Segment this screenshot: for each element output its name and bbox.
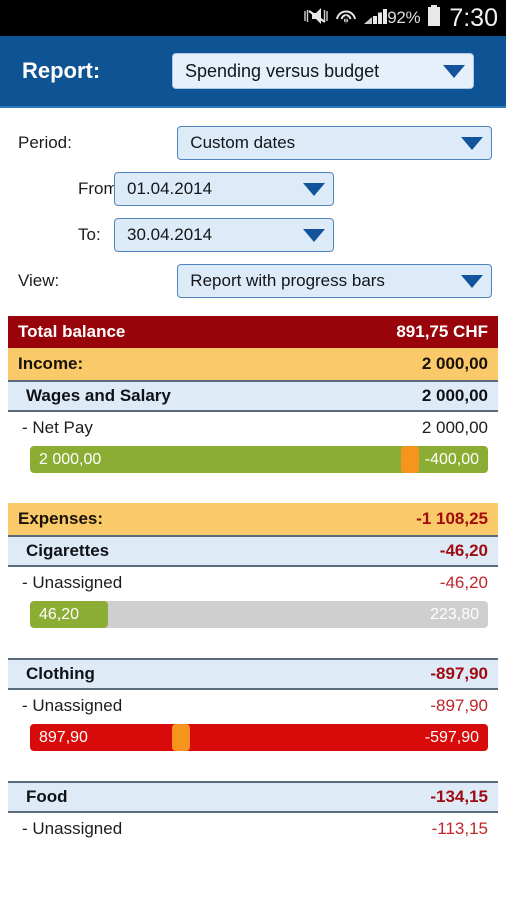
report-sections: Income: 2 000,00 Wages and Salary 2 000,00-… [8,348,498,845]
category-row[interactable]: Cigarettes -46,20 [8,535,498,567]
period-value: Custom dates [190,133,296,152]
progress-left-label: 897,90 [39,729,88,746]
report-type-value: Spending versus budget [185,60,380,81]
item-amount: -46,20 [439,573,488,592]
group-amount: 2 000,00 [421,354,488,373]
section-gap [8,481,498,503]
period-select[interactable]: Custom dates [177,126,492,160]
mute-icon [303,6,329,31]
period-label: Period: [18,133,72,152]
group-amount: -1 108,25 [416,509,488,528]
progress-right-label: 223,80 [430,606,479,623]
item-label: - Net Pay [22,418,93,437]
progress-right-label: -400,00 [424,451,479,468]
app-bar: Report: Spending versus budget [0,36,506,108]
item-amount: 2 000,00 [421,418,488,437]
from-label: From: [78,179,123,198]
clock-label: 7:30 [449,3,498,32]
item-row[interactable]: - Net Pay 2 000,00 [8,412,498,444]
progress-left-label: 46,20 [39,606,80,623]
progress-bar-wrap: 897,90 -597,90 [8,722,498,759]
page-title: Report: [22,58,101,83]
category-gap [8,759,498,781]
progress-bar-wrap: 2 000,00 -400,00 [8,444,498,481]
chevron-down-icon [443,64,465,78]
report-list[interactable]: Total balance 891,75 CHF Income: 2 000,00… [8,316,498,845]
to-date-select[interactable]: 30.04.2014 [114,218,334,252]
view-select[interactable]: Report with progress bars [177,264,492,298]
item-row[interactable]: - Unassigned -897,90 [8,690,498,722]
view-row: View: Report with progress bars [14,264,492,298]
progress-left-label: 2 000,00 [39,451,102,468]
item-label: - Unassigned [22,819,123,838]
chevron-down-icon [461,274,483,288]
view-value: Report with progress bars [190,271,385,290]
period-row: Period: Custom dates [14,126,492,160]
progress-bar[interactable]: 2 000,00 -400,00 [30,446,488,473]
status-bar: 92% 7:30 [0,0,506,36]
signal-icon [363,6,388,31]
wifi-icon [335,6,357,31]
battery-icon [426,4,442,33]
category-label: Wages and Salary [26,386,171,405]
to-label: To: [78,225,101,244]
group-label: Income: [18,354,84,373]
category-amount: -897,90 [430,664,488,683]
total-balance-label: Total balance [18,322,126,341]
category-amount: 2 000,00 [421,386,488,405]
report-type-select[interactable]: Spending versus budget [172,53,474,89]
category-label: Cigarettes [26,541,110,560]
from-row: From: 01.04.2014 [14,172,492,206]
budget-marker [172,724,191,751]
to-date-value: 30.04.2014 [127,225,213,244]
item-row[interactable]: - Unassigned -46,20 [8,567,498,599]
category-label: Clothing [26,664,95,683]
item-amount: -113,15 [431,819,488,838]
report-filter-form: Period: Custom dates From: 01.04.2014 To… [0,108,506,298]
battery-percent-label: 92% [387,8,421,27]
item-row[interactable]: - Unassigned -113,15 [8,813,498,845]
view-label: View: [18,271,60,290]
chevron-down-icon [303,182,325,196]
category-row[interactable]: Wages and Salary 2 000,00 [8,380,498,412]
progress-right-label: -597,90 [424,729,479,746]
item-amount: -897,90 [430,696,488,715]
group-row[interactable]: Income: 2 000,00 [8,348,498,380]
item-label: - Unassigned [22,573,123,592]
category-amount: -134,15 [430,787,488,806]
from-date-select[interactable]: 01.04.2014 [114,172,334,206]
item-label: - Unassigned [22,696,123,715]
total-balance-row: Total balance 891,75 CHF [8,316,498,348]
chevron-down-icon [303,228,325,242]
budget-marker [401,446,420,473]
category-label: Food [26,787,68,806]
from-date-value: 01.04.2014 [127,179,213,198]
progress-bar[interactable]: 46,20 223,80 [30,601,488,628]
group-row[interactable]: Expenses: -1 108,25 [8,503,498,535]
category-amount: -46,20 [439,541,488,560]
category-row[interactable]: Clothing -897,90 [8,658,498,690]
progress-bar-wrap: 46,20 223,80 [8,599,498,636]
progress-bar[interactable]: 897,90 -597,90 [30,724,488,751]
chevron-down-icon [461,136,483,150]
total-balance-amount: 891,75 CHF [396,322,488,341]
category-gap [8,636,498,658]
to-row: To: 30.04.2014 [14,218,492,252]
status-bar-icons [303,6,388,31]
group-label: Expenses: [18,509,104,528]
category-row[interactable]: Food -134,15 [8,781,498,813]
